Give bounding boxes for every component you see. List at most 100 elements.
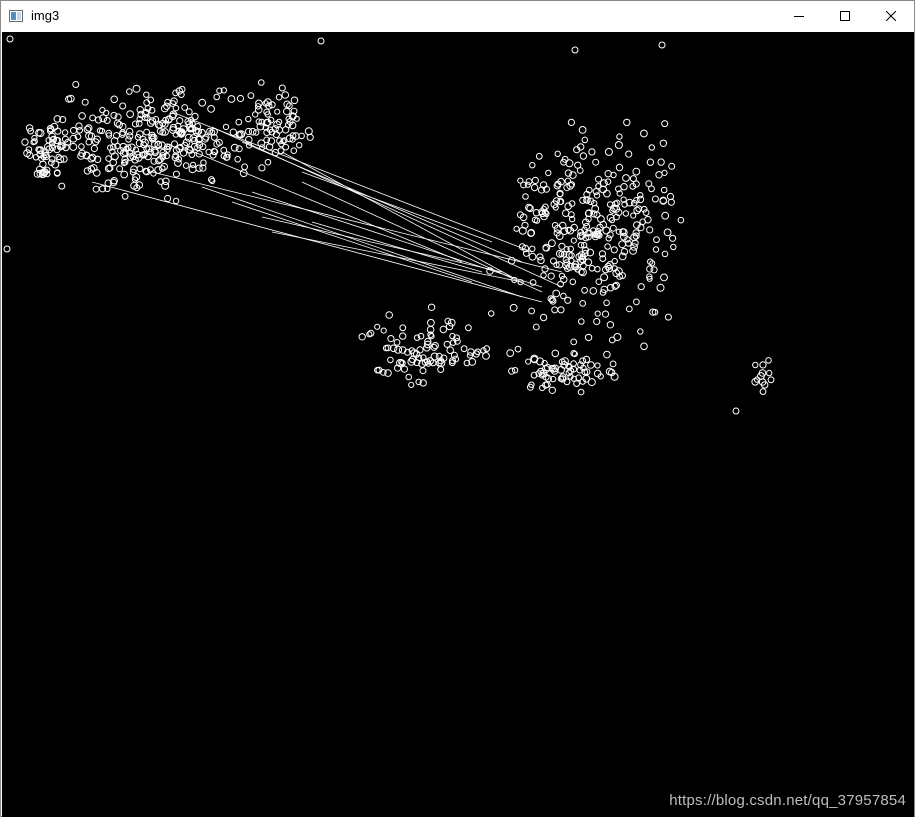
keypoint-marker [290,147,298,154]
image-window: img3 https://blog.csdn.net/qq_37957854 [0,0,915,817]
keypoint-marker [283,107,291,116]
match-line [261,216,503,273]
keypoint-marker [263,136,271,144]
keypoint-marker [652,246,660,253]
keypoint-marker [530,183,539,192]
keypoint-marker [633,206,641,215]
keypoint-marker [54,127,62,135]
keypoint-marker [90,144,99,153]
keypoint-marker [482,352,490,360]
maximize-button[interactable] [822,1,868,31]
keypoint-marker [525,178,533,185]
keypoint-marker [72,81,80,88]
keypoint-marker [573,380,580,388]
keypoint-marker [540,272,547,279]
keypoint-marker [234,156,241,163]
keypoint-marker [637,283,645,291]
keypoint-marker [669,234,677,242]
keypoint-marker [245,115,252,123]
keypoint-marker [605,235,612,242]
keypoint-marker [83,125,92,134]
match-line [151,171,563,273]
keypoint-marker [603,189,611,198]
keypoint-marker [677,216,685,224]
keypoint-marker [78,112,86,120]
keypoint-marker [592,188,600,195]
keypoint-marker [172,170,180,178]
keypoint-marker [131,120,139,128]
keypoint-marker [69,126,78,135]
keypoint-marker [604,147,613,156]
keypoint-marker [548,386,556,394]
keypoint-marker [604,170,612,178]
keypoint-marker [660,273,668,282]
keypoint-marker [408,381,415,388]
minimize-button[interactable] [776,1,822,31]
keypoint-marker [528,307,535,315]
keypoint-marker [535,152,543,160]
keypoint-marker [115,121,124,129]
keypoint-marker [581,286,588,294]
keypoint-marker [606,201,614,208]
keypoint-marker [296,142,303,149]
match-line [281,151,513,278]
keypoint-marker [132,84,141,93]
keypoint-marker [430,352,439,361]
keypoint-marker [615,163,624,172]
keypoint-marker [650,266,658,274]
keypoint-marker [565,159,574,168]
keypoint-group [3,35,775,415]
keypoint-marker [275,93,283,101]
keypoint-marker [625,305,633,313]
title-bar[interactable]: img3 [1,1,914,31]
keypoint-marker [766,369,773,377]
keypoint-marker [164,194,172,203]
keypoint-marker [174,159,182,167]
keypoint-marker [644,215,652,224]
keypoint-marker [446,346,455,355]
keypoint-marker [767,376,775,384]
keypoint-marker [609,360,617,368]
keypoint-marker [439,325,448,334]
keypoint-marker [227,95,236,103]
keypoint-marker [119,102,127,110]
keypoint-marker [646,158,655,166]
keypoint-marker [547,272,555,280]
keypoint-marker [143,91,150,98]
keypoint-matches-image [3,35,775,415]
keypoint-marker [518,226,527,235]
keypoint-marker [120,170,129,179]
keypoint-marker [557,306,565,314]
keypoint-marker [44,142,52,151]
keypoint-marker [759,388,767,396]
keypoint-marker [222,123,230,131]
keypoint-marker [759,361,767,369]
keypoint-marker [579,152,588,160]
keypoint-marker [594,266,601,273]
keypoint-marker [430,343,438,351]
keypoint-marker [622,174,630,182]
keypoint-marker [625,150,633,158]
match-line [241,141,523,263]
keypoint-marker [657,158,665,166]
keypoint-marker [640,129,648,138]
keypoint-marker [235,145,243,153]
keypoint-marker [172,104,180,112]
keypoint-marker [528,252,537,261]
keypoint-marker [570,237,577,244]
close-button[interactable] [868,1,914,31]
keypoint-marker [69,142,78,151]
keypoint-marker [61,129,69,136]
keypoint-marker [618,240,627,249]
keypoint-marker [387,335,395,343]
keypoint-marker [278,84,286,92]
keypoint-marker [514,345,522,353]
keypoint-marker [579,300,587,307]
keypoint-marker [532,323,540,331]
keypoint-marker [541,265,549,273]
keypoint-marker [550,257,557,265]
keypoint-marker [509,303,518,312]
keypoint-marker [399,324,407,332]
keypoint-marker [610,246,618,254]
keypoint-marker [358,333,366,341]
